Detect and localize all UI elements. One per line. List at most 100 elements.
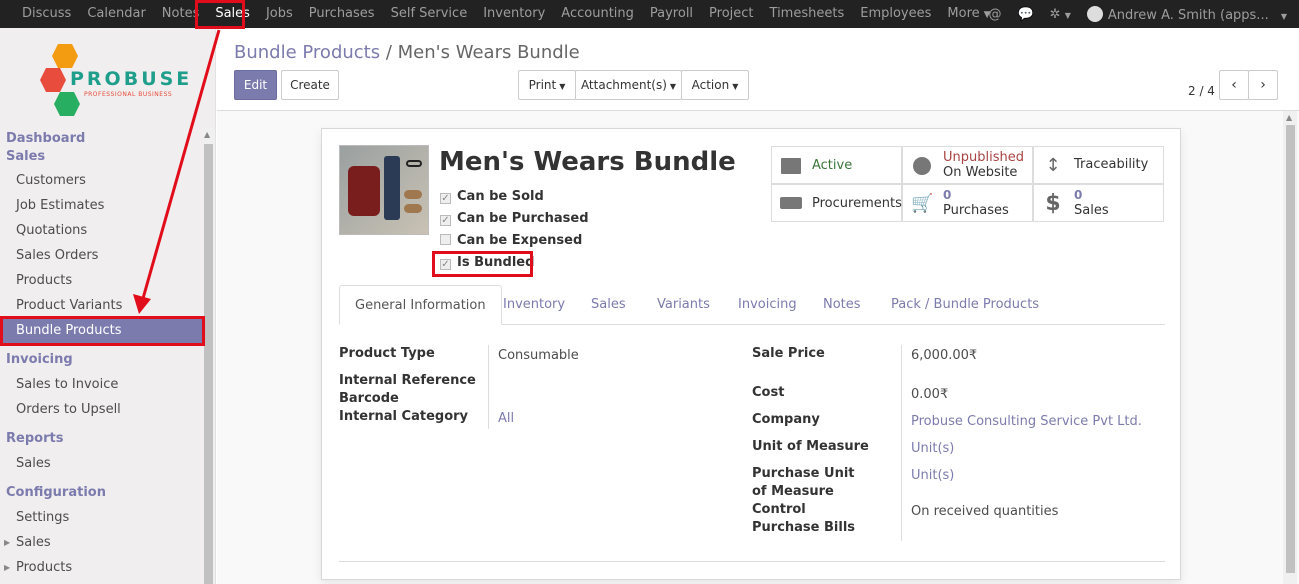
traceability-button[interactable]: ↕ Traceability xyxy=(1033,146,1164,184)
menu-discuss[interactable]: Discuss xyxy=(14,0,79,28)
website-publish-button[interactable]: Unpublished On Website xyxy=(902,146,1033,184)
action-button[interactable]: Action ▼ xyxy=(681,70,749,100)
checkbox-unchecked-icon xyxy=(440,234,451,245)
scrollbar-thumb[interactable] xyxy=(204,144,213,584)
field-control-purchase-bills[interactable]: On received quantities xyxy=(911,503,1058,521)
print-button[interactable]: Print ▼ xyxy=(518,70,576,100)
purchases-stat: 0 Purchases xyxy=(943,188,1009,218)
sidebar-item-customers[interactable]: Customers xyxy=(0,168,204,193)
menu-purchases[interactable]: Purchases xyxy=(301,0,383,28)
active-button[interactable]: Active xyxy=(771,146,902,184)
checkbox-checked-icon: ✓ xyxy=(440,193,451,204)
purchases-button[interactable]: 🛒 0 Purchases xyxy=(902,184,1033,222)
field-company[interactable]: Probuse Consulting Service Pvt Ltd. xyxy=(911,413,1142,431)
purchases-count: 0 xyxy=(943,188,952,202)
caret-right-icon: ▶ xyxy=(4,563,11,572)
control-panel: Bundle Products / Men's Wears Bundle Edi… xyxy=(217,28,1299,110)
dollar-icon: $ xyxy=(1045,191,1061,216)
logo-subtitle: PROFESSIONAL BUSINESS xyxy=(84,91,173,98)
field-purchase-unit-of-measure[interactable]: Unit(s) xyxy=(911,467,954,485)
app-menu: Discuss Calendar Notes Sales Jobs Purcha… xyxy=(14,0,999,28)
edit-button[interactable]: Edit xyxy=(234,70,277,100)
bug-icon[interactable]: ✲ ▼ xyxy=(1050,7,1071,22)
scrollbar-thumb[interactable] xyxy=(1286,125,1295,573)
sidebar-item-orders-to-upsell[interactable]: Orders to Upsell xyxy=(0,397,204,422)
scroll-up-icon[interactable]: ▲ xyxy=(204,130,210,139)
checkbox-can-be-purchased[interactable]: ✓ Can be Purchased xyxy=(440,211,589,226)
product-name[interactable]: Men's Wears Bundle xyxy=(439,147,736,177)
procurements-button[interactable]: Procurements xyxy=(771,184,902,222)
tab-sales[interactable]: Sales xyxy=(591,285,626,325)
checkbox-can-be-sold[interactable]: ✓ Can be Sold xyxy=(440,189,544,204)
truck-icon xyxy=(780,193,802,215)
menu-accounting[interactable]: Accounting xyxy=(553,0,642,28)
menu-inventory[interactable]: Inventory xyxy=(475,0,553,28)
menu-timesheets[interactable]: Timesheets xyxy=(762,0,853,28)
pager-previous-button[interactable]: ‹ xyxy=(1219,70,1249,100)
tab-notes[interactable]: Notes xyxy=(823,285,861,325)
print-label: Print xyxy=(528,78,557,92)
menu-employees[interactable]: Employees xyxy=(852,0,939,28)
highlight-sales-menu xyxy=(195,0,245,29)
label-sale-price: Sale Price xyxy=(752,346,825,361)
sidebar-item-reports-sales[interactable]: Sales xyxy=(0,451,204,476)
field-product-type[interactable]: Consumable xyxy=(498,347,579,365)
menu-calendar[interactable]: Calendar xyxy=(79,0,153,28)
sidebar-dashboard[interactable]: Dashboard xyxy=(6,131,85,146)
sidebar-item-quotations[interactable]: Quotations xyxy=(0,218,204,243)
chat-icon[interactable]: 💬 xyxy=(1017,7,1033,22)
sidebar-heading-reports: Reports xyxy=(6,431,64,446)
sidebar-scrollbar[interactable]: ▲ xyxy=(203,128,214,584)
tab-variants[interactable]: Variants xyxy=(657,285,710,325)
attachments-button[interactable]: Attachment(s) ▼ xyxy=(575,70,682,100)
checkbox-label: Can be Expensed xyxy=(457,233,583,248)
arrows-v-icon: ↕ xyxy=(1045,155,1061,176)
menu-self-service[interactable]: Self Service xyxy=(383,0,476,28)
field-sale-price[interactable]: 6,000.00₹ xyxy=(911,347,977,365)
purchases-label: Purchases xyxy=(943,203,1009,218)
label-company: Company xyxy=(752,412,820,427)
caret-right-icon: ▶ xyxy=(4,538,11,547)
menu-payroll[interactable]: Payroll xyxy=(642,0,701,28)
at-icon[interactable]: @ xyxy=(988,7,1001,22)
tab-general-information[interactable]: General Information xyxy=(339,285,502,325)
sidebar-item-settings[interactable]: Settings xyxy=(0,505,204,530)
menu-jobs[interactable]: Jobs xyxy=(258,0,301,28)
menu-project[interactable]: Project xyxy=(701,0,761,28)
sidebar-item-label: Sales xyxy=(16,535,51,550)
sidebar-item-job-estimates[interactable]: Job Estimates xyxy=(0,193,204,218)
menu-more-label: More xyxy=(947,5,980,21)
user-menu[interactable]: Andrew A. Smith (apps... ▼ xyxy=(1086,5,1287,23)
sidebar-item-config-sales[interactable]: ▶ Sales xyxy=(0,530,204,555)
checkbox-can-be-expensed[interactable]: Can be Expensed xyxy=(440,233,582,248)
website-status: Unpublished On Website xyxy=(943,150,1024,180)
sidebar-item-sales-to-invoice[interactable]: Sales to Invoice xyxy=(0,372,204,397)
label-barcode: Barcode xyxy=(339,391,399,406)
tab-invoicing[interactable]: Invoicing xyxy=(738,285,797,325)
column-divider xyxy=(488,345,489,429)
on-website-label: On Website xyxy=(943,165,1018,180)
sidebar-item-product-variants[interactable]: Product Variants xyxy=(0,293,204,318)
shoe-shape xyxy=(404,190,422,199)
breadcrumb-parent[interactable]: Bundle Products xyxy=(234,42,380,63)
sidebar-item-sales-orders[interactable]: Sales Orders xyxy=(0,243,204,268)
field-cost[interactable]: 0.00₹ xyxy=(911,386,948,404)
create-button[interactable]: Create xyxy=(281,70,339,100)
field-internal-category[interactable]: All xyxy=(498,410,514,428)
logo-word: PROBUSE xyxy=(70,68,193,90)
highlight-bundle-products xyxy=(0,316,205,346)
field-unit-of-measure[interactable]: Unit(s) xyxy=(911,440,954,458)
product-image[interactable] xyxy=(339,145,429,235)
sales-button[interactable]: $ 0 Sales xyxy=(1033,184,1164,222)
scroll-up-icon[interactable]: ▲ xyxy=(1286,113,1292,122)
checkbox-checked-icon: ✓ xyxy=(440,215,451,226)
pager-next-button[interactable]: › xyxy=(1248,70,1278,100)
sidebar-item-products[interactable]: Products xyxy=(0,268,204,293)
tab-inventory[interactable]: Inventory xyxy=(503,285,565,325)
tab-pack-bundle-products[interactable]: Pack / Bundle Products xyxy=(891,285,1039,325)
column-divider xyxy=(901,345,902,541)
content-scrollbar[interactable]: ▲ xyxy=(1283,111,1297,584)
label-purchase-unit-of-measure: Purchase Unit of Measure xyxy=(752,466,855,499)
sidebar-item-config-products[interactable]: ▶ Products xyxy=(0,555,204,580)
shoe-shape xyxy=(404,204,422,213)
